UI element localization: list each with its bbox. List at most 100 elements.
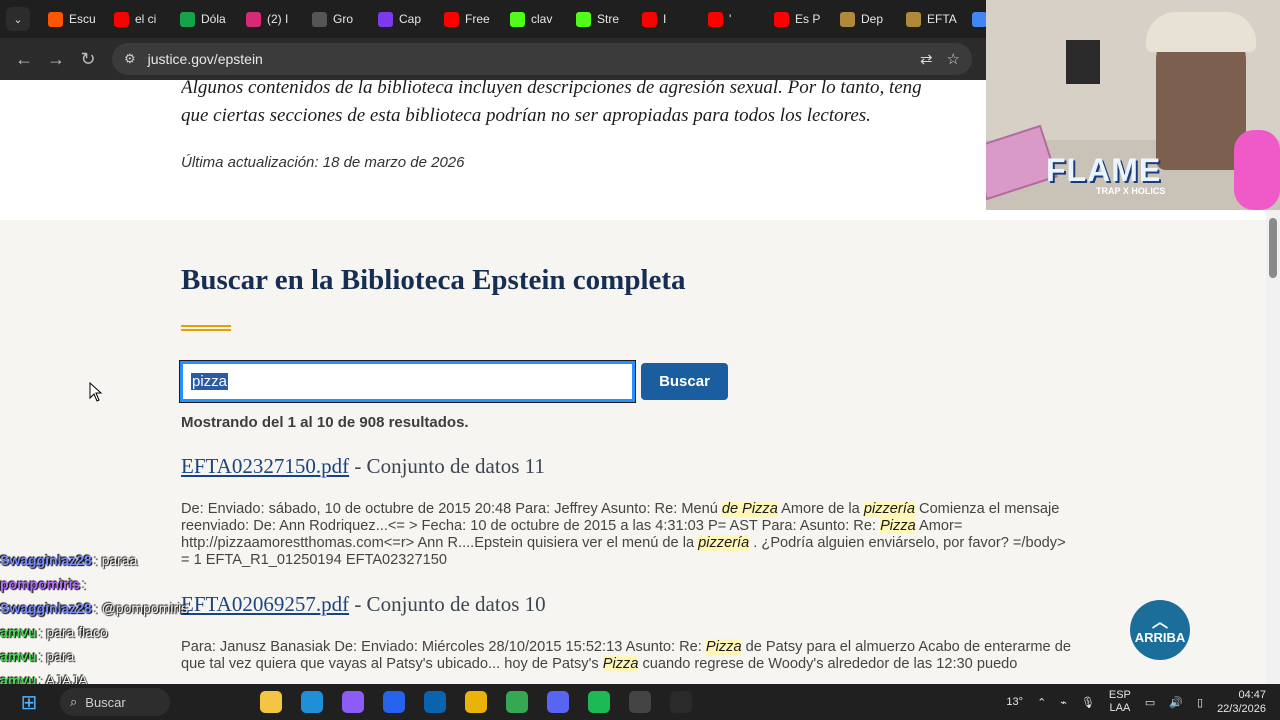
title-underline-top [181, 325, 231, 327]
search-input[interactable]: pizza [179, 360, 636, 403]
search-input-value[interactable]: pizza [191, 373, 229, 390]
browser-tab[interactable]: Gro [306, 4, 372, 34]
epic-games-icon[interactable] [670, 691, 692, 713]
notice-line-2: que ciertas secciones de esta biblioteca… [181, 105, 871, 126]
weather-temp[interactable]: 13° [1006, 696, 1023, 708]
chevron-up-icon[interactable]: ⌃ [1037, 696, 1046, 709]
bookmark-star-icon[interactable]: ☆ [947, 50, 960, 68]
translate-icon[interactable]: ⇄ [920, 50, 933, 68]
taskbar-search-label: Buscar [85, 694, 126, 710]
google-icon [972, 11, 987, 27]
highlighted-term: de Pizza [721, 501, 778, 517]
clock[interactable]: 04:47 22/3/2026 [1217, 688, 1266, 716]
spotify-icon[interactable] [588, 691, 610, 713]
kick-icon [576, 11, 591, 27]
site-settings-icon[interactable]: ⚙ [124, 51, 136, 67]
tab-label: I [663, 12, 667, 26]
snippet-text: Para: Janusz Banasiak De: Enviado: Miérc… [181, 639, 706, 655]
dollar-icon [180, 11, 195, 27]
windows-start-icon[interactable]: ⊞ [18, 691, 40, 714]
tab-label: (2) I [267, 12, 289, 26]
battery-icon[interactable]: ▯ [1197, 696, 1203, 709]
forward-arrow-icon[interactable]: → [40, 43, 72, 75]
outlook-icon[interactable] [424, 691, 446, 713]
back-arrow-icon[interactable]: ← [8, 43, 40, 75]
browser-tab[interactable]: Es P [768, 4, 834, 34]
highlighted-term: pizzería [863, 501, 915, 517]
clock-date: 22/3/2026 [1217, 703, 1266, 715]
soundcloud-icon [48, 11, 63, 27]
instagram-icon [246, 11, 261, 27]
chevron-up-icon: ︿ [1151, 613, 1168, 631]
display-icon[interactable]: ▭ [1145, 696, 1155, 709]
file-explorer-icon[interactable] [260, 691, 282, 713]
browser-tab[interactable]: clav [504, 4, 570, 34]
tab-label: EFTA [927, 12, 957, 26]
tab-label: clav [531, 12, 553, 26]
microphone-icon[interactable]: 🎙 [1081, 696, 1095, 709]
copilot-icon[interactable] [342, 691, 364, 713]
doj-seal-icon [840, 11, 855, 27]
back-to-top-button[interactable]: ︿ ARRIBA [1130, 600, 1190, 660]
browser-tab[interactable]: EFTA [900, 4, 966, 34]
browser-tab[interactable]: Cap [372, 4, 438, 34]
snippet-text: De: Enviado: sábado, 10 de octubre de 20… [181, 501, 722, 517]
chat-message: Swagginlaz28: @pompomiris [0, 596, 240, 620]
chat-text: : paraa [93, 552, 138, 568]
snippet-text: cuando regrese de Woody's alrededor de l… [638, 656, 1018, 672]
tab-label: Cap [399, 12, 422, 26]
obs-icon[interactable] [629, 691, 651, 713]
browser-tab[interactable]: I [636, 4, 702, 34]
youtube-icon [114, 11, 129, 27]
result-file-link[interactable]: EFTA02327150.pdf [181, 454, 349, 478]
notice-line-1: Algunos contenidos de la biblioteca incl… [181, 80, 922, 98]
youtube-icon [708, 11, 723, 27]
tab-label: Es P [795, 12, 821, 26]
clock-time: 04:47 [1238, 689, 1266, 701]
browser-tab[interactable]: el ci [108, 4, 174, 34]
scrollbar-thumb[interactable] [1269, 218, 1277, 278]
browser-tab[interactable]: Stre [570, 4, 636, 34]
network-icon[interactable]: ⌁ [1060, 696, 1067, 709]
store-icon[interactable] [383, 691, 405, 713]
language-indicator[interactable]: ESP LAA [1109, 689, 1131, 715]
wall-picture [1066, 40, 1100, 84]
result-count: Mostrando del 1 al 10 de 908 resultados. [181, 414, 469, 431]
pink-character-graphic [1234, 130, 1280, 210]
taskbar-search[interactable]: ⌕ Buscar [60, 688, 170, 716]
highlighted-term: Pizza [602, 656, 639, 672]
search-button[interactable]: Buscar [641, 363, 728, 400]
browser-tab[interactable]: Escu [42, 4, 108, 34]
chat-message: Swagginlaz28: paraa [0, 548, 240, 572]
result-snippet: Para: Janusz Banasiak De: Enviado: Miérc… [181, 639, 1071, 673]
doj-seal-icon [906, 11, 921, 27]
address-bar[interactable]: ⚙ justice.gov/epstein ⇄ ☆ [112, 43, 972, 75]
chat-text: : para [38, 648, 75, 664]
chrome-icon[interactable] [506, 691, 528, 713]
edge-icon[interactable] [301, 691, 323, 713]
tab-label: Dóla [201, 12, 226, 26]
tab-search-chevron-icon[interactable]: ⌄ [6, 7, 30, 31]
chat-username: amvu [0, 624, 37, 640]
chat-username: Swagginlaz28 [0, 552, 92, 568]
highlighted-term: pizzería [698, 535, 750, 551]
reload-icon[interactable]: ↻ [72, 43, 104, 75]
stream-logo-subtitle: TRAP X HOLICS [1096, 186, 1166, 196]
volume-icon[interactable]: 🔊 [1169, 696, 1183, 709]
snippet-text: Amore de la [777, 501, 864, 517]
taskbar-apps [260, 691, 692, 713]
url-text[interactable]: justice.gov/epstein [148, 51, 906, 67]
browser-tab[interactable]: ' [702, 4, 768, 34]
browser-tab[interactable]: (2) I [240, 4, 306, 34]
browser-tab[interactable]: Dep [834, 4, 900, 34]
search-section-title: Buscar en la Biblioteca Epstein completa [181, 264, 686, 296]
browser-tab[interactable]: Free [438, 4, 504, 34]
language-code: ESP [1108, 689, 1131, 701]
keyboard-layout: LAA [1109, 702, 1131, 714]
discord-icon[interactable] [547, 691, 569, 713]
webcam-overlay: FLAME TRAP X HOLICS [986, 0, 1280, 210]
folder-icon[interactable] [465, 691, 487, 713]
browser-tab[interactable]: Dóla [174, 4, 240, 34]
last-updated: Última actualización: 18 de marzo de 202… [181, 154, 465, 171]
page-scrollbar[interactable] [1266, 210, 1280, 684]
